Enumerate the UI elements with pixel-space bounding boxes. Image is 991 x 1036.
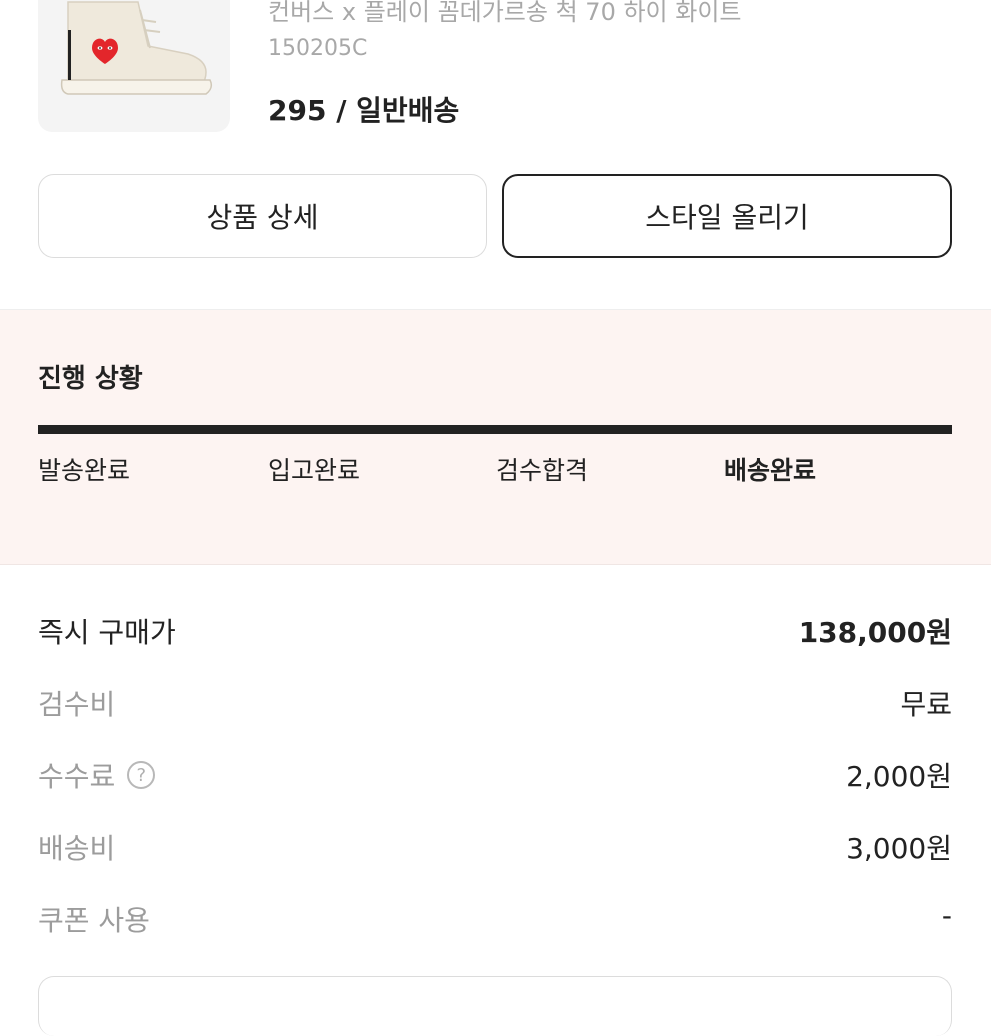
upload-style-button[interactable]: 스타일 올리기 [502,174,952,258]
sneaker-image [60,1,213,95]
step-delivered: 배송완료 [724,456,817,485]
help-icon[interactable]: ? [127,761,156,789]
commission-fee-label: 수수료 [38,760,116,793]
step-shipped: 발송완료 [38,456,131,485]
coupon-label: 쿠폰 사용 [38,904,150,937]
shipping-fee-value: 3,000원 [846,832,952,865]
product-code: 150205C [268,36,368,61]
coupon-value: - [941,899,952,932]
progress-bar-fill [38,425,952,434]
product-option: 295 / 일반배송 [268,94,460,127]
progress-title: 진행 상황 [38,364,143,394]
inspection-fee-label: 검수비 [38,688,116,721]
progress-section: 진행 상황 발송완료 입고완료 검수합격 배송완료 [0,309,991,565]
step-inspected: 검수합격 [496,456,589,485]
commission-fee-row: 수수료 ? [38,755,156,795]
step-received: 입고완료 [268,456,361,485]
product-image[interactable] [38,0,230,132]
product-detail-button[interactable]: 상품 상세 [38,174,487,258]
buy-now-price-label: 즉시 구매가 [38,616,176,649]
progress-bar [38,425,952,434]
buy-now-price-value: 138,000원 [798,616,952,649]
shipping-fee-label: 배송비 [38,832,116,865]
bottom-card [38,976,952,1036]
commission-fee-value: 2,000원 [846,760,952,793]
product-name: 컨버스 x 플레이 꼼데가르송 척 70 하이 화이트 [268,0,742,26]
inspection-fee-value: 무료 [900,688,952,721]
